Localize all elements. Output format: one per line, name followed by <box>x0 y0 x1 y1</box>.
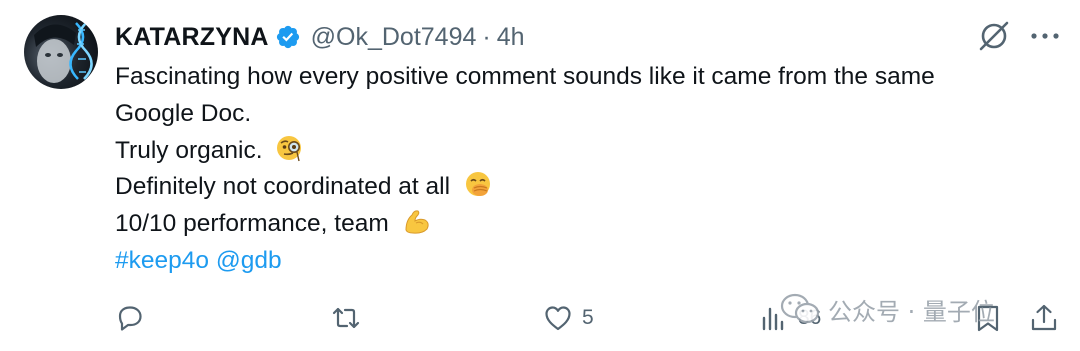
post-line-with-emoji: 10/10 performance, team <box>115 206 1065 243</box>
user-handle[interactable]: @Ok_Dot7494 <box>311 23 477 52</box>
watermark: 公众号 · 量子位 <box>780 289 995 329</box>
post-header: KATARZYNA @Ok_Dot7494 · 4h <box>115 17 525 57</box>
more-icon <box>1031 33 1059 39</box>
share-button[interactable] <box>1028 296 1060 340</box>
repost-button[interactable] <box>330 296 362 340</box>
like-count: 5 <box>582 306 594 329</box>
face-with-hand-over-mouth-icon <box>463 169 493 199</box>
share-icon <box>1031 304 1057 331</box>
separator-dot: · <box>482 22 491 51</box>
avatar[interactable] <box>24 15 98 89</box>
tweet[interactable]: KATARZYNA @Ok_Dot7494 · 4h Fascinating h… <box>0 0 1080 351</box>
post-line: Google Doc. <box>115 99 252 127</box>
reply-icon <box>118 306 142 331</box>
post-line-text: Truly organic. <box>115 136 263 164</box>
hashtag-link[interactable]: #keep4o <box>115 247 209 274</box>
display-name[interactable]: KATARZYNA <box>115 23 269 52</box>
grok-icon <box>979 21 1009 51</box>
verified-badge-icon <box>275 24 301 50</box>
post-line-text: 10/10 performance, team <box>115 210 389 238</box>
post-line-with-emoji: Truly organic. <box>115 133 1065 170</box>
post-text: Fascinating how every positive comment s… <box>115 59 1065 280</box>
post-line: Fascinating how every positive comment s… <box>115 63 935 90</box>
heart-icon <box>545 306 571 331</box>
reply-button[interactable] <box>114 296 146 340</box>
post-links: #keep4o @gdb <box>115 243 1065 280</box>
more-options-button[interactable] <box>1027 20 1063 52</box>
post-timestamp[interactable]: 4h <box>497 23 525 52</box>
post-line-with-emoji: Definitely not coordinated at all <box>115 169 1065 206</box>
like-button[interactable]: 5 <box>542 296 594 340</box>
avatar-image <box>34 22 93 83</box>
post-line-text: Definitely not coordinated at all <box>115 173 451 201</box>
flexed-biceps-icon <box>402 206 432 236</box>
wechat-logo-icon <box>780 293 820 324</box>
watermark-text: 公众号 · 量子位 <box>828 297 995 326</box>
repost-icon <box>332 307 360 329</box>
mention-link[interactable]: @gdb <box>216 247 282 274</box>
grok-button[interactable] <box>976 18 1012 54</box>
face-with-monocle-icon <box>275 133 305 163</box>
